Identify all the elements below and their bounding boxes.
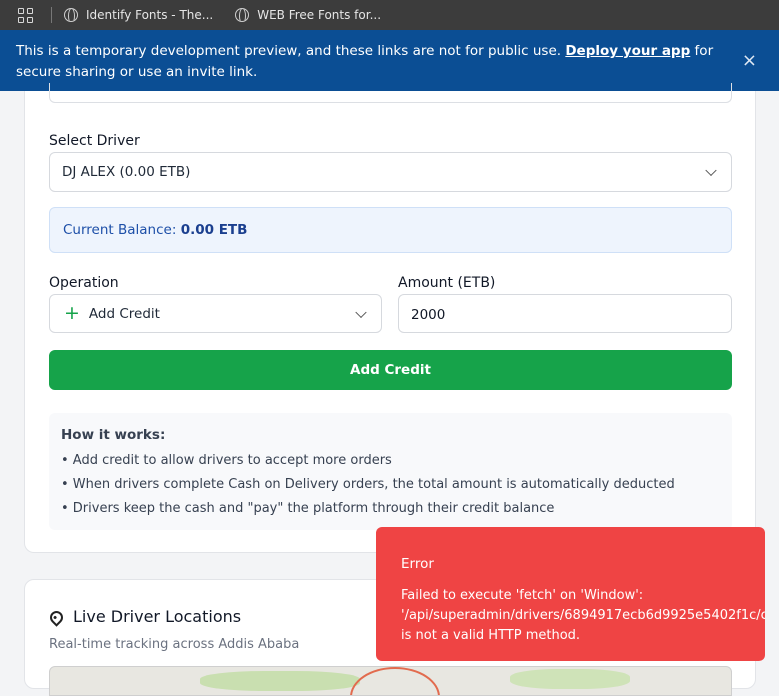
toast-message-line: is not a valid HTTP method. [401, 628, 581, 643]
driver-select[interactable]: DJ ALEX (0.00 ETB) [49, 152, 732, 192]
divider [51, 7, 52, 23]
apps-grid-icon[interactable] [18, 7, 33, 23]
error-toast[interactable]: Error Failed to execute 'fetch' on 'Wind… [376, 527, 765, 661]
bookmark-label: Identify Fonts - The... [86, 8, 214, 22]
list-item: • When drivers complete Cash on Delivery… [61, 477, 675, 492]
driver-map[interactable] [49, 666, 732, 696]
globe-icon [235, 8, 250, 22]
close-icon[interactable]: × [742, 50, 757, 71]
toast-title: Error [401, 556, 434, 572]
list-item: • Add credit to allow drivers to accept … [61, 453, 392, 468]
banner-text: This is a temporary development preview,… [16, 43, 566, 59]
how-it-works-box: How it works: • Add credit to allow driv… [49, 413, 732, 530]
balance-label: Current Balance: [63, 222, 181, 238]
bookmark-label: WEB Free Fonts for... [257, 8, 382, 22]
map-pin-icon [47, 608, 66, 627]
operation-select[interactable]: + Add Credit [49, 294, 382, 333]
map-road [350, 667, 440, 695]
operation-select-value: Add Credit [88, 305, 160, 322]
plus-icon: + [64, 302, 80, 324]
toast-message-line: '/api/superadmin/drivers/6894917ecb6d992… [401, 608, 765, 623]
list-item: • Drivers keep the cash and "pay" the pl… [61, 501, 555, 516]
partial-input-field[interactable] [49, 83, 732, 103]
chevron-down-icon [705, 164, 717, 177]
bookmark-web-free-fonts[interactable]: WEB Free Fonts for... [235, 8, 381, 22]
balance-value: 0.00 ETB [180, 222, 248, 238]
driver-select-value: DJ ALEX (0.00 ETB) [62, 164, 191, 180]
select-driver-label: Select Driver [49, 133, 140, 149]
bookmark-identify-fonts[interactable]: Identify Fonts - The... [64, 8, 213, 22]
locations-title: Live Driver Locations [73, 607, 242, 626]
operation-label: Operation [49, 275, 119, 291]
locations-subtitle: Real-time tracking across Addis Ababa [49, 637, 300, 652]
chevron-down-icon [355, 306, 367, 318]
dev-preview-banner: This is a temporary development preview,… [0, 30, 779, 91]
amount-input[interactable]: 2000 [398, 294, 732, 333]
deploy-app-link[interactable]: Deploy your app [565, 43, 690, 59]
current-balance-box: Current Balance: 0.00 ETB [49, 207, 732, 253]
add-credit-button[interactable]: Add Credit [49, 350, 732, 390]
map-green-area [200, 671, 360, 691]
globe-icon [64, 8, 78, 22]
map-green-area [510, 669, 630, 689]
amount-label: Amount (ETB) [398, 275, 496, 291]
driver-credit-card: Select Driver DJ ALEX (0.00 ETB) Current… [24, 83, 756, 553]
how-it-works-title: How it works: [61, 427, 166, 443]
browser-bookmarks-bar: Identify Fonts - The... WEB Free Fonts f… [0, 0, 779, 30]
toast-message-line: Failed to execute 'fetch' on 'Window': [401, 588, 644, 603]
